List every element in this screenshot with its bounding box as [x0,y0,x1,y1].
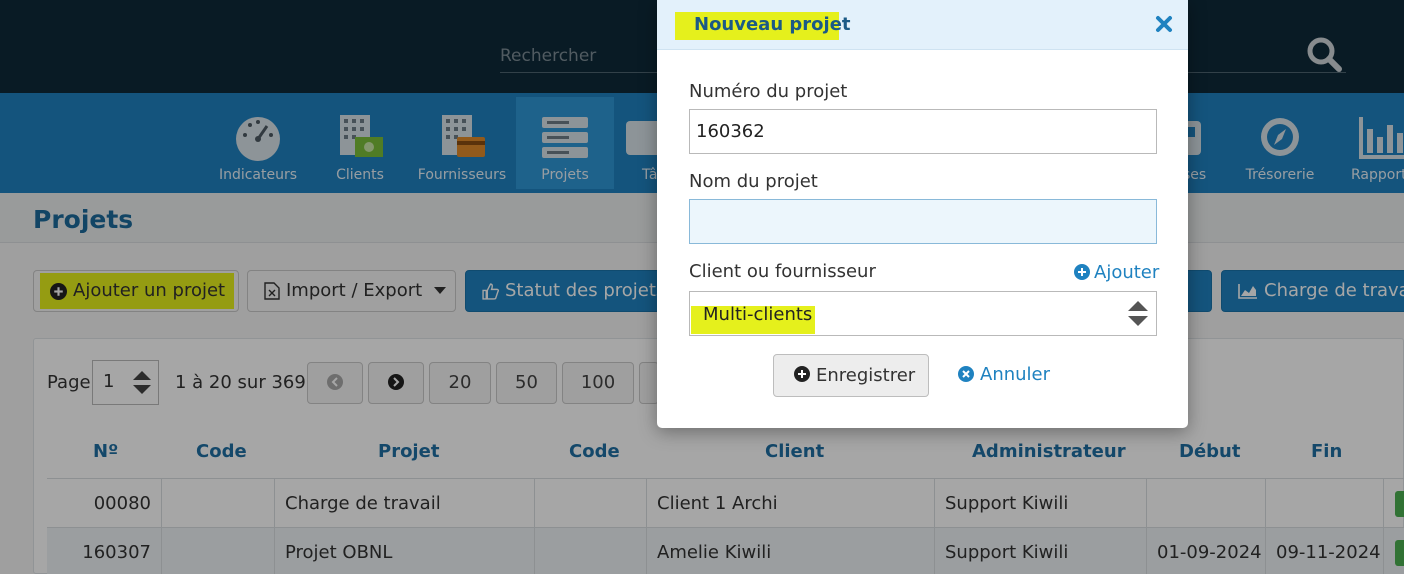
save-button[interactable]: Enregistrer [773,354,929,397]
dialog-title: Nouveau projet [694,14,851,35]
project-name-field[interactable] [689,199,1157,244]
dialog-header: Nouveau projet [657,0,1188,50]
client-supplier-select[interactable]: Multi-clients [689,291,1157,336]
cancel-button[interactable]: Annuler [958,364,1050,385]
plus-circle-icon [1074,264,1090,280]
close-icon[interactable] [1153,13,1175,35]
new-project-dialog: Nouveau projet Numéro du projet Nom du p… [657,0,1188,428]
project-number-field[interactable] [689,109,1157,154]
save-label: Enregistrer [816,365,916,386]
cancel-label: Annuler [980,364,1051,385]
add-client-label: Ajouter [1094,262,1160,283]
select-arrows-icon [1128,301,1148,326]
client-supplier-label: Client ou fournisseur [689,261,876,282]
project-name-label: Nom du projet [689,171,818,192]
plus-circle-icon [794,366,810,382]
client-supplier-value: Multi-clients [703,304,813,325]
project-number-label: Numéro du projet [689,81,848,102]
add-client-link[interactable]: Ajouter [1074,262,1159,283]
close-circle-icon [958,366,974,382]
